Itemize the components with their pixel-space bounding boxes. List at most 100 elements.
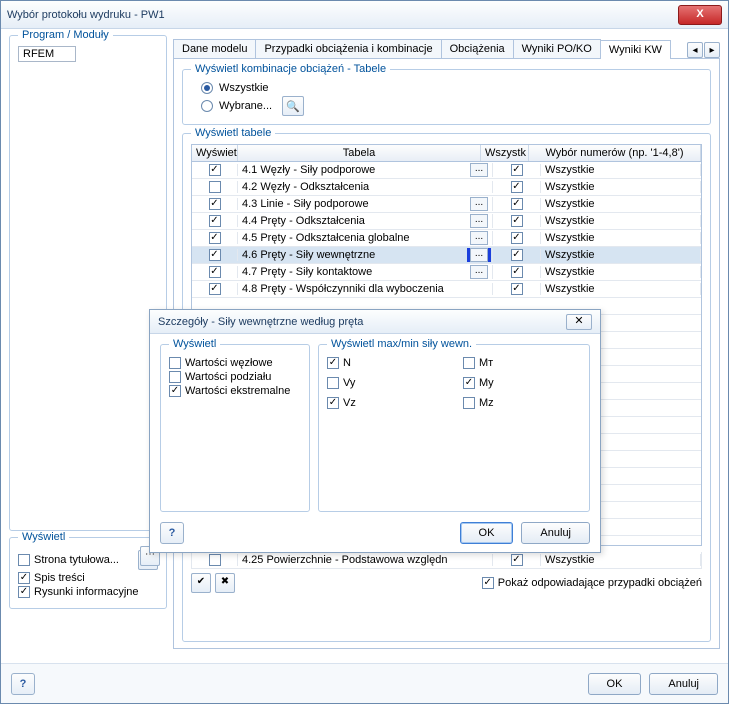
row-show-checkbox[interactable] [209,283,221,295]
details-dialog: Szczegóły - Siły wewnętrzne według pręta… [149,309,601,553]
details-dialog-titlebar: Szczegóły - Siły wewnętrzne według pręta… [150,310,600,334]
details-force-checkbox[interactable] [463,377,475,389]
table-row[interactable]: 4.3 Linie - Siły podporowe... Wszystkie [192,196,701,213]
details-ok-button[interactable]: OK [460,522,514,544]
left-opt-checkbox[interactable] [18,586,30,598]
row-details-button[interactable]: ... [470,248,488,262]
details-force-label: Mz [479,397,581,409]
row-show-checkbox[interactable] [209,249,221,261]
row-numbers[interactable]: Wszystkie [541,215,701,227]
th-nums: Wybór numerów (np. '1-4,8') [529,145,701,161]
pick-selected-button[interactable]: 🔍 [282,96,304,116]
row-details-button[interactable]: ... [470,214,488,228]
row-details-button[interactable]: ... [470,197,488,211]
details-display-title: Wyświetl [169,338,220,350]
radio-all[interactable] [201,82,213,94]
row-all-checkbox[interactable] [511,283,523,295]
details-help-button[interactable]: ? [160,522,184,544]
table-row[interactable]: 4.25 Powierzchnie - Podstawowa względn W… [191,552,702,569]
row-details-button[interactable]: ... [470,231,488,245]
row-show-checkbox[interactable] [209,164,221,176]
table-row[interactable]: 4.6 Pręty - Siły wewnętrzne... Wszystkie [192,247,701,264]
details-force-checkbox[interactable] [463,397,475,409]
row-all-checkbox[interactable] [511,198,523,210]
details-force-checkbox[interactable] [327,397,339,409]
row-numbers[interactable]: Wszystkie [541,554,701,566]
row-show-checkbox[interactable] [209,181,221,193]
cancel-button[interactable]: Anuluj [649,673,718,695]
combinations-group: Wyświetl kombinacje obciążeń - Tabele Ws… [182,69,711,125]
radio-all-label: Wszystkie [219,82,269,94]
row-table-name: 4.8 Pręty - Współczynniki dla wyboczenia [238,283,493,295]
combinations-group-title: Wyświetl kombinacje obciążeń - Tabele [191,63,390,75]
left-opt-checkbox[interactable] [18,554,30,566]
row-all-checkbox[interactable] [511,164,523,176]
tab-0[interactable]: Dane modelu [173,39,256,58]
left-opt-label: Spis treści [34,572,158,584]
display-options-label: Wyświetl [18,531,69,543]
window-close-button[interactable]: X [678,5,722,25]
row-numbers[interactable]: Wszystkie [541,181,701,193]
details-display-group: Wyświetl Wartości węzłoweWartości podzia… [160,344,310,512]
ok-button[interactable]: OK [588,673,642,695]
deselect-all-button[interactable]: ✖ [215,573,235,593]
tab-2[interactable]: Obciążenia [441,39,514,58]
row-all-checkbox[interactable] [511,215,523,227]
radio-selected[interactable] [201,100,213,112]
show-load-cases-checkbox[interactable] [482,577,494,589]
row-numbers[interactable]: Wszystkie [541,198,701,210]
details-force-checkbox[interactable] [327,357,339,369]
tab-bar: Dane modeluPrzypadki obciążenia i kombin… [173,35,720,59]
row-show-checkbox[interactable] [209,232,221,244]
row-numbers[interactable]: Wszystkie [541,266,701,278]
details-force-checkbox[interactable] [327,377,339,389]
details-dialog-close-button[interactable]: ✕ [566,314,592,330]
row-all-checkbox[interactable] [511,554,523,566]
row-numbers[interactable]: Wszystkie [541,232,701,244]
tab-3[interactable]: Wyniki PO/KO [513,39,601,58]
row-all-checkbox[interactable] [511,249,523,261]
row-show-checkbox[interactable] [209,554,221,566]
row-show-checkbox[interactable] [209,266,221,278]
table-row[interactable]: 4.2 Węzły - Odkształcenia Wszystkie [192,179,701,196]
table-row[interactable]: 4.8 Pręty - Współczynniki dla wyboczenia… [192,281,701,298]
dialog-footer: ? OK Anuluj [1,663,728,703]
th-all: Wszystk [481,145,529,161]
tab-4[interactable]: Wyniki KW [600,40,671,59]
select-all-button[interactable]: ✔ [191,573,211,593]
row-show-checkbox[interactable] [209,198,221,210]
row-numbers[interactable]: Wszystkie [541,164,701,176]
tree-item-rfem[interactable]: RFEM [18,46,76,62]
details-force-label: Vy [343,377,445,389]
tab-1[interactable]: Przypadki obciążenia i kombinacje [255,39,441,58]
row-show-checkbox[interactable] [209,215,221,227]
main-window: Wybór protokołu wydruku - PW1 X Program … [0,0,729,704]
details-left-checkbox[interactable] [169,371,181,383]
row-table-name: 4.7 Pręty - Siły kontaktowe... [238,265,493,279]
table-row[interactable]: 4.5 Pręty - Odkształcenia globalne... Ws… [192,230,701,247]
details-force-label: N [343,357,445,369]
tab-scroll-left-button[interactable]: ◂ [687,42,703,58]
row-numbers[interactable]: Wszystkie [541,283,701,295]
details-left-checkbox[interactable] [169,357,181,369]
row-details-button[interactable]: ... [470,163,488,177]
details-force-checkbox[interactable] [463,357,475,369]
row-table-name: 4.25 Powierzchnie - Podstawowa względn [238,554,493,566]
details-force-label: My [479,377,581,389]
row-all-checkbox[interactable] [511,232,523,244]
row-numbers[interactable]: Wszystkie [541,249,701,261]
details-cancel-button[interactable]: Anuluj [521,522,590,544]
details-left-label: Wartości podziału [185,371,301,383]
table-row[interactable]: 4.7 Pręty - Siły kontaktowe... Wszystkie [192,264,701,281]
left-opt-checkbox[interactable] [18,572,30,584]
help-button[interactable]: ? [11,673,35,695]
tab-scroll-right-button[interactable]: ▸ [704,42,720,58]
table-row[interactable]: 4.4 Pręty - Odkształcenia... Wszystkie [192,213,701,230]
row-all-checkbox[interactable] [511,266,523,278]
display-options-group: Wyświetl Strona tytułowa... ⋯ Spis treśc… [9,537,167,609]
row-all-checkbox[interactable] [511,181,523,193]
row-details-button[interactable]: ... [470,265,488,279]
table-row[interactable]: 4.1 Węzły - Siły podporowe... Wszystkie [192,162,701,179]
details-left-checkbox[interactable] [169,385,181,397]
radio-selected-label: Wybrane... [219,100,272,112]
